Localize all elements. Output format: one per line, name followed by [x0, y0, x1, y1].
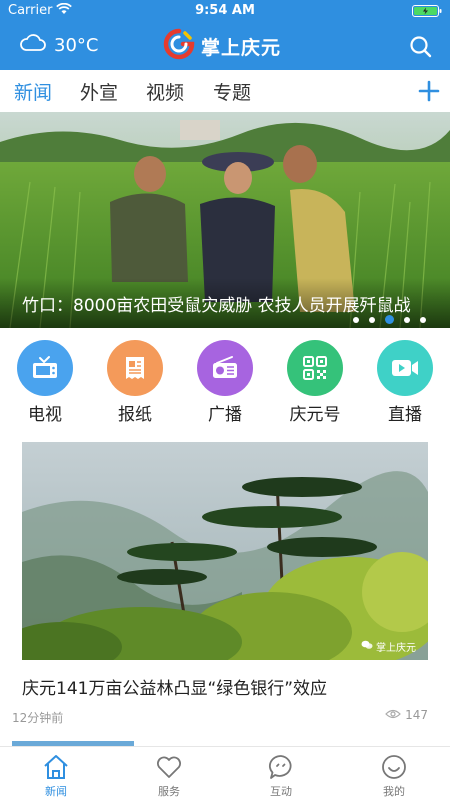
quick-entry-label: 庆元号 [289, 405, 341, 425]
bottom-nav: 新闻 服务 互动 我的 [0, 746, 450, 800]
logo-text: 掌上庆元 [201, 36, 282, 59]
bottom-nav-label: 互动 [270, 785, 292, 798]
bottom-nav-label: 新闻 [45, 785, 67, 798]
heart-icon [155, 753, 183, 781]
wechat-icon [361, 640, 373, 653]
bottom-nav-interact[interactable]: 互动 [251, 753, 311, 799]
eye-icon [385, 708, 401, 722]
bottom-nav-service[interactable]: 服务 [139, 753, 199, 799]
bottom-nav-label: 服务 [158, 785, 180, 798]
weather-widget[interactable]: 30°C [20, 34, 98, 57]
add-channel-button[interactable] [418, 80, 440, 102]
newspaper-icon [107, 340, 163, 396]
status-bar: Carrier 9:54 AM [0, 0, 450, 22]
article-image: 掌上庆元 [22, 442, 428, 660]
chat-icon [267, 753, 295, 781]
bottom-nav-news[interactable]: 新闻 [26, 753, 86, 799]
quick-entry-label: 广播 [208, 405, 242, 425]
qr-code-icon [287, 340, 343, 396]
carousel-dot[interactable] [420, 316, 426, 323]
article-timestamp: 12分钟前 [12, 711, 64, 725]
carousel-dot-active[interactable] [385, 315, 394, 324]
home-icon [42, 753, 70, 781]
article-view-count: 147 [385, 708, 428, 722]
quick-entry-tv[interactable]: 电视 [10, 340, 80, 425]
tab-news[interactable]: 新闻 [14, 78, 52, 105]
tab-topics[interactable]: 专题 [213, 78, 251, 105]
carousel-indicator [353, 315, 426, 324]
plus-icon [418, 80, 440, 102]
temperature-label: 30°C [54, 35, 99, 56]
quick-entry-live[interactable]: 直播 [370, 340, 440, 425]
watermark-text: 掌上庆元 [376, 643, 416, 654]
header: Carrier 9:54 AM 30°C 掌上庆元 [0, 0, 450, 70]
logo-mark-icon [163, 28, 195, 64]
carousel-dot[interactable] [369, 316, 375, 323]
banner-caption: 竹口：8000亩农田受鼠灾威胁 农技人员开展歼鼠战 [0, 278, 450, 328]
quick-entry-newspaper[interactable]: 报纸 [100, 340, 170, 425]
quick-entry-label: 直播 [388, 405, 422, 425]
quick-entry-radio[interactable]: 广播 [190, 340, 260, 425]
quick-entry-grid: 电视 报纸 广播 庆元号 直播 [0, 340, 450, 426]
channel-tabs: 新闻 外宣 视频 专题 [0, 70, 450, 112]
radio-icon [197, 340, 253, 396]
view-count-value: 147 [405, 708, 428, 722]
quick-entry-label: 报纸 [118, 405, 152, 425]
article-title[interactable]: 庆元141万亩公益林凸显“绿色银行”效应 [22, 674, 327, 699]
tab-publicity[interactable]: 外宣 [80, 78, 118, 105]
tab-video[interactable]: 视频 [146, 78, 184, 105]
article-card[interactable]: 掌上庆元 庆元141万亩公益林凸显“绿色银行”效应 12分钟前 147 [0, 442, 450, 732]
quick-entry-qingyuan-hao[interactable]: 庆元号 [280, 340, 350, 425]
quick-entry-label: 电视 [28, 405, 62, 425]
app-bar: 30°C 掌上庆元 [0, 24, 450, 70]
bottom-nav-label: 我的 [383, 785, 405, 798]
banner-title: 竹口：8000亩农田受鼠灾威胁 农技人员开展歼鼠战 [22, 296, 411, 316]
app-logo: 掌上庆元 [163, 28, 281, 64]
smile-face-icon [380, 753, 408, 781]
carousel-dot[interactable] [353, 316, 359, 323]
battery-icon [412, 5, 442, 17]
video-camera-icon [377, 340, 433, 396]
clock: 9:54 AM [195, 3, 255, 18]
search-icon [410, 36, 432, 58]
tv-icon [17, 340, 73, 396]
search-button[interactable] [408, 34, 434, 60]
article-watermark: 掌上庆元 [361, 639, 416, 654]
cloud-icon [20, 34, 46, 57]
bottom-nav-mine[interactable]: 我的 [364, 753, 424, 799]
banner-carousel[interactable]: 竹口：8000亩农田受鼠灾威胁 农技人员开展歼鼠战 [0, 112, 450, 328]
carousel-dot[interactable] [404, 316, 410, 323]
